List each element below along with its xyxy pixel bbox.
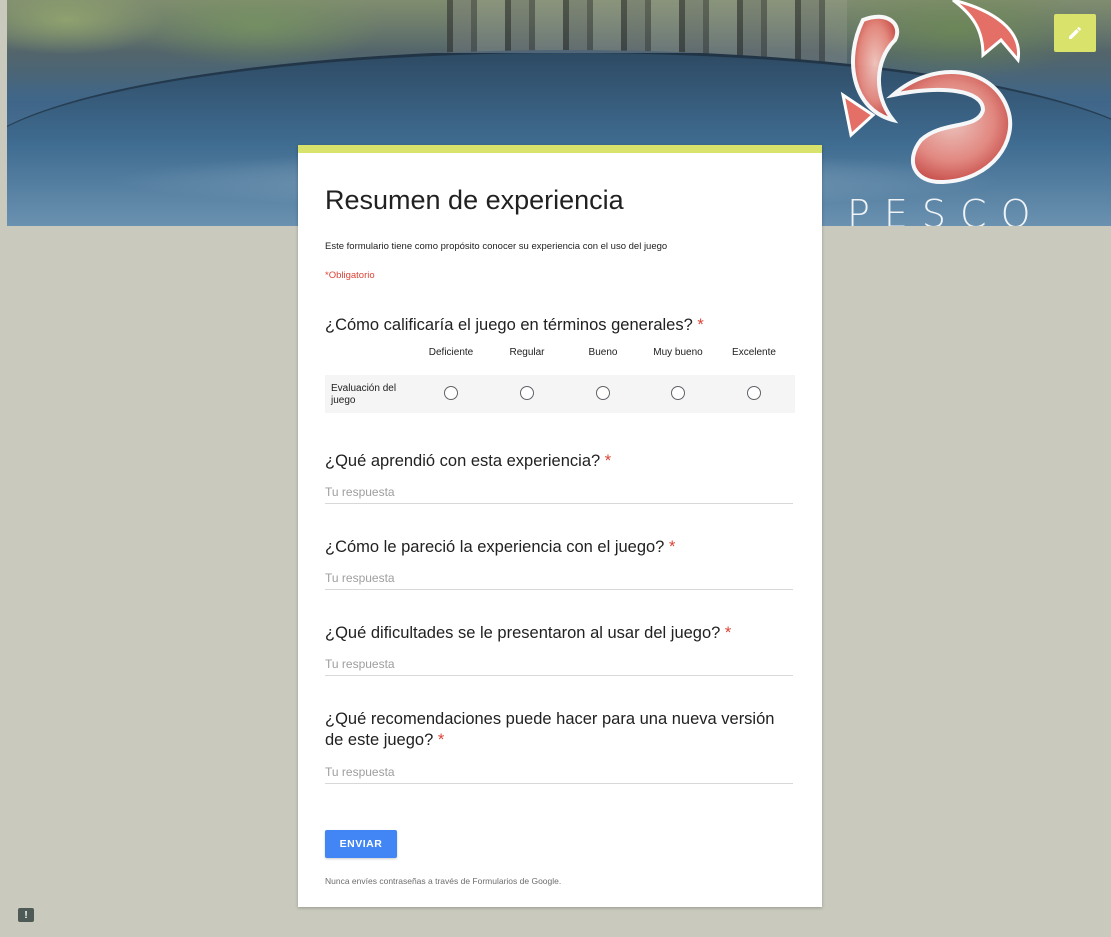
column-label-regular: Regular [509,347,545,358]
logo-text: PESCO [847,192,1045,226]
required-note: *Obligatorio [325,270,375,281]
feedback-icon[interactable]: ! [18,908,34,922]
question-text: ¿Cómo calificaría el juego en términos g… [325,316,693,334]
column-label-muy-bueno: Muy bueno [653,347,703,358]
question-recommendations: ¿Qué recomendaciones puede hacer para un… [325,709,795,751]
row-label: Evaluación del juego [331,383,397,406]
question-experience: ¿Cómo le pareció la experiencia con el j… [325,537,795,558]
edit-button[interactable] [1054,14,1096,52]
answer-input-experience[interactable] [325,567,793,590]
submit-button[interactable]: ENVIAR [325,830,397,858]
form-card: Resumen de experiencia Este formulario t… [298,145,822,907]
answer-input-learned[interactable] [325,481,793,504]
required-asterisk: * [697,316,704,334]
radio-excelente[interactable] [747,386,761,400]
required-asterisk: * [724,624,732,642]
required-asterisk: * [668,538,676,556]
question-text: ¿Qué aprendió con esta experiencia? [325,452,601,470]
radio-muy-bueno[interactable] [671,386,685,400]
answer-input-difficulties[interactable] [325,653,793,676]
form-description: Este formulario tiene como propósito con… [325,241,668,252]
radio-bueno[interactable] [596,386,610,400]
grid-row: Evaluación del juego [325,375,795,413]
question-text: ¿Qué recomendaciones puede hacer para un… [325,710,775,749]
pencil-icon [1069,26,1082,39]
question-text: ¿Cómo le pareció la experiencia con el j… [325,538,665,556]
required-asterisk: * [437,731,445,749]
password-warning: Nunca envíes contraseñas a través de For… [325,876,562,886]
question-text: ¿Qué dificultades se le presentaron al u… [325,624,721,642]
column-label-bueno: Bueno [588,347,618,358]
question-difficulties: ¿Qué dificultades se le presentaron al u… [325,623,795,644]
question-learned: ¿Qué aprendió con esta experiencia? * [325,451,795,472]
required-asterisk: * [604,452,612,470]
column-label-excelente: Excelente [732,347,776,358]
radio-regular[interactable] [520,386,534,400]
rating-grid: Deficiente Regular Bueno Muy bueno Excel… [325,343,795,413]
question-rating: ¿Cómo calificaría el juego en términos g… [325,315,795,336]
answer-input-recommendations[interactable] [325,761,793,784]
grid-header: Deficiente Regular Bueno Muy bueno Excel… [325,343,795,369]
column-label-deficiente: Deficiente [428,347,474,358]
form-title: Resumen de experiencia [325,185,624,215]
radio-deficiente[interactable] [444,386,458,400]
